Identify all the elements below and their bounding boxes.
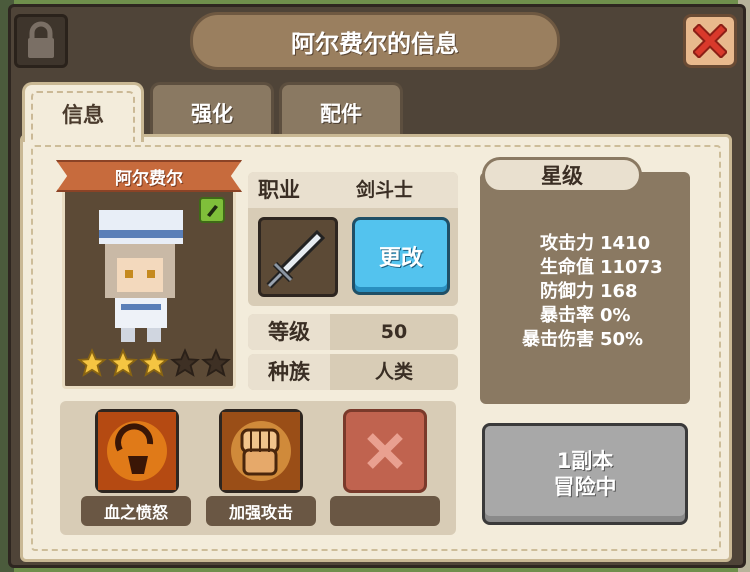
skill-slot-empty[interactable]: [343, 409, 427, 493]
grade-stat-row: 攻击力 1410: [496, 232, 676, 256]
dungeon-line1: 1副本: [556, 449, 614, 473]
grade-stats: 攻击力 1410 生命值 11073 防御力 168 暴击率 0% 暴击伤害 50%: [496, 232, 676, 352]
star-empty-icon: [201, 348, 231, 377]
job-value: 剑斗士: [356, 179, 414, 201]
grade-stat-row: 暴击伤害 50%: [496, 328, 676, 352]
grade-stat-name: 生命值: [540, 257, 594, 278]
skill-slot-1[interactable]: [95, 409, 179, 493]
job-label: 职业: [258, 178, 300, 202]
grade-stat-value: 11073: [600, 257, 663, 278]
weapon-slot[interactable]: [258, 217, 338, 297]
tab-accessory[interactable]: 配件: [279, 82, 403, 140]
skill-label-1: 血之愤怒: [81, 496, 191, 526]
star-filled-icon: [139, 348, 169, 377]
grade-stat-name: 攻击力: [540, 233, 594, 254]
tab-info[interactable]: 信息: [22, 82, 144, 142]
lock-button[interactable]: [14, 14, 68, 68]
character-star-rating: [77, 348, 231, 378]
dungeon-adventure-button[interactable]: 1副本 冒险中: [482, 423, 688, 525]
tab-enhance[interactable]: 强化: [150, 82, 274, 140]
edit-name-button[interactable]: [199, 197, 225, 223]
grade-stat-value: 50%: [600, 329, 644, 350]
character-name-ribbon: 阿尔费尔: [56, 160, 242, 192]
grade-stat-value: 1410: [600, 233, 651, 254]
tab-dash: [31, 91, 135, 142]
grade-stat-value: 168: [600, 281, 638, 302]
tab-accessory-label: 配件: [320, 101, 362, 126]
level-label: 等级: [248, 314, 330, 350]
grade-stat-name: 暴击率: [540, 305, 594, 326]
empty-slot-x-icon: [367, 433, 403, 469]
grade-stat-row: 暴击率 0%: [496, 304, 676, 328]
grade-stat-row: 防御力 168: [496, 280, 676, 304]
level-row: 等级 50: [248, 314, 458, 350]
dungeon-line2: 冒险中: [553, 475, 617, 499]
grade-stat-value: 0%: [600, 305, 631, 326]
lock-icon: [28, 21, 54, 58]
star-filled-icon: [77, 348, 107, 377]
race-value: 人类: [374, 361, 413, 383]
grade-stat-row: 生命值 11073: [496, 256, 676, 280]
job-header: 职业 剑斗士: [248, 172, 458, 208]
close-button[interactable]: [683, 14, 737, 68]
pencil-icon: [207, 205, 218, 217]
skill-label-2: 加强攻击: [206, 496, 316, 526]
close-icon: [693, 24, 727, 58]
fist-icon: [222, 412, 300, 490]
tab-enhance-label: 强化: [191, 101, 233, 126]
star-filled-icon: [108, 348, 138, 377]
race-label: 种族: [248, 354, 330, 390]
grade-title: 星级: [482, 157, 642, 193]
window-title: 阿尔费尔的信息: [190, 12, 560, 70]
grade-stat-name: 暴击伤害: [522, 329, 594, 350]
skill-slot-2[interactable]: [219, 409, 303, 493]
ram-skull-icon: [98, 412, 176, 490]
skill-label-3: [330, 496, 440, 526]
level-value: 50: [380, 321, 408, 343]
sword-icon: [266, 229, 326, 289]
star-empty-icon: [170, 348, 200, 377]
race-row: 种族 人类: [248, 354, 458, 390]
grade-stat-name: 防御力: [540, 281, 594, 302]
change-job-button[interactable]: 更改: [352, 217, 450, 295]
